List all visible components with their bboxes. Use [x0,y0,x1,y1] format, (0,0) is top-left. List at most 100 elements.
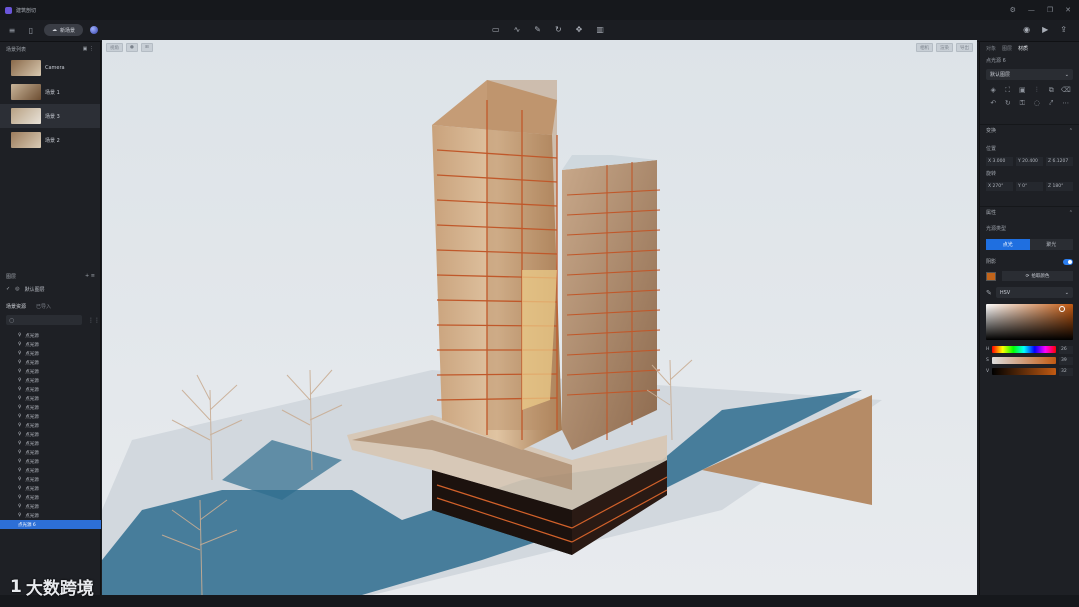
undo-icon[interactable]: ↶ [986,99,1001,108]
value-slider[interactable] [992,368,1056,375]
light-list-item[interactable]: ♀ 点光源 [0,475,101,484]
attributes-section-header[interactable]: 属性 ⌃ [980,206,1079,218]
color-mode-select[interactable]: HSV ⌄ [995,287,1073,298]
file-icon[interactable]: ▯ [25,24,37,36]
bulb-icon: ♀ [18,351,22,356]
box-icon[interactable]: ▭ [492,25,500,34]
light-list-item[interactable]: ♀ 点光源 [0,358,101,367]
eye-icon[interactable]: ◎ [15,286,19,292]
light-list-item[interactable]: ♀ 点光源 [0,421,101,430]
light-list-item[interactable]: ♀ 点光源 [0,340,101,349]
tab-imported[interactable]: 已导入 [36,303,51,310]
export-icon[interactable]: ⇪ [1060,25,1067,34]
camera-icon[interactable]: ◉ [1023,25,1030,34]
light-list-item[interactable]: ♀ 点光源 [0,349,101,358]
light-list-item[interactable]: ♀ 点光源 [0,493,101,502]
panel-icon[interactable]: ▥ [596,25,604,34]
light-list-item[interactable]: ♀ 点光源 [0,394,101,403]
saturation-slider[interactable] [991,357,1056,364]
tab-layer[interactable]: 图层 [1002,45,1012,52]
add-scene-icon[interactable]: ▣ ⋮ [83,46,94,52]
frame-icon[interactable]: ▣ [1015,86,1030,95]
move-icon[interactable]: ✥ [576,25,583,34]
pick-color-button[interactable]: ⟳ 拾取颜色 [1002,271,1073,281]
light-list-item[interactable]: ♀ 点光源 [0,457,101,466]
transform-section-header[interactable]: 变换 ⌃ [980,124,1079,136]
hue-value[interactable]: 26 [1059,345,1073,354]
view-mode-button[interactable]: 视角 [106,43,123,52]
light-list-item[interactable]: ♀ 点光源 [0,367,101,376]
rotate-icon[interactable]: ↻ [555,25,562,34]
settings-icon[interactable]: ⚙ [1010,6,1016,14]
minimize-icon[interactable]: — [1028,6,1035,14]
group-icon[interactable]: ⛶ [1001,86,1016,95]
bulb-icon: ♀ [18,360,22,365]
shading-button[interactable]: ● [126,43,138,52]
copy-icon[interactable]: ⧉ [1044,86,1059,95]
tab-scene-resources[interactable]: 场景资源 [6,303,26,310]
rotation-z-field[interactable]: Z 180° [1046,181,1073,191]
value-value[interactable]: 32 [1059,367,1073,376]
add-layer-icon[interactable]: + ≡ [85,273,95,279]
light-list-item-selected[interactable]: 点光源 6 [0,520,101,529]
rotation-x-field[interactable]: X 270° [986,181,1013,191]
light-list-item[interactable]: ♀ 点光源 [0,448,101,457]
position-z-field[interactable]: Z 6.1207 [1046,156,1073,166]
hide-icon[interactable]: ◌ [1030,99,1045,108]
delete-icon[interactable]: ⌫ [1059,86,1074,95]
export-button[interactable]: 导出 [956,43,973,52]
hue-slider[interactable] [992,346,1056,353]
eyedropper-tool-icon[interactable]: ✎ [986,289,992,297]
search-input[interactable]: ○ [6,315,82,325]
light-list-item[interactable]: ♀ 点光源 [0,484,101,493]
lock-icon[interactable]: ⚿ [1015,99,1030,108]
curve-icon[interactable]: ∿ [514,25,521,34]
scene-item[interactable]: Camera [0,56,100,80]
light-list-item[interactable]: ♀ 点光源 [0,403,101,412]
render-button[interactable]: 渲染 [936,43,953,52]
color-picker-handle[interactable] [1059,306,1065,312]
color-picker-area[interactable] [986,304,1073,340]
position-y-field[interactable]: Y 20.400 [1016,156,1043,166]
more-icon[interactable]: ⋯ [1059,99,1074,108]
scene-item[interactable]: 场景 2 [0,128,100,152]
light-list-item[interactable]: ♀ 点光源 [0,430,101,439]
3d-viewport[interactable]: 视角 ● ⊞ 相机 渲染 导出 [102,40,977,595]
light-list-item[interactable]: ♀ 点光源 [0,502,101,511]
light-list-item[interactable]: ♀ 点光源 [0,385,101,394]
camera-view-button[interactable]: 相机 [916,43,933,52]
scene-item[interactable]: 场景 1 [0,80,100,104]
light-list-item[interactable]: ♀ 点光源 [0,439,101,448]
shadow-toggle[interactable] [1063,258,1073,265]
grid-view-icon[interactable]: ⋮⋮ [88,317,100,324]
light-list-item[interactable]: ♀ 点光源 [0,412,101,421]
new-scene-button[interactable]: ☁ 新场景 [44,24,84,36]
menu-icon[interactable]: ≡ [6,24,18,36]
link-icon[interactable]: ⤤ [1044,99,1059,108]
grid-button[interactable]: ⊞ [140,43,153,52]
video-icon[interactable]: ▶ [1042,25,1048,34]
maximize-icon[interactable]: ❐ [1047,6,1053,14]
light-list-item[interactable]: ♀ 点光源 [0,331,101,340]
rotation-y-field[interactable]: Y 0° [1016,181,1043,191]
light-type-spot[interactable]: 聚光 [1029,239,1073,250]
color-swatch[interactable] [986,271,996,281]
light-list-item[interactable]: ♀ 点光源 [0,511,101,520]
light-list-item[interactable]: ♀ 点光源 [0,466,101,475]
close-icon[interactable]: ✕ [1065,6,1071,14]
chevron-down-icon[interactable]: ✓ [6,286,10,292]
layer-row[interactable]: ✓ ◎ 默认图层 [0,283,101,295]
light-list-item[interactable]: ♀ 点光源 [0,376,101,385]
refresh-icon[interactable]: ↻ [1001,99,1016,108]
position-x-field[interactable]: X 3.000 [986,156,1013,166]
ai-orb-icon[interactable] [90,26,99,34]
saturation-value[interactable]: 39 [1059,356,1073,365]
light-type-point[interactable]: 点光 [986,239,1030,250]
pen-icon[interactable]: ✎ [534,25,541,34]
tab-object[interactable]: 对象 [986,45,996,52]
cube-icon[interactable]: ◈ [986,86,1001,95]
tab-material[interactable]: 材质 [1018,45,1028,52]
preset-select[interactable]: 默认图层 ⌄ [986,69,1073,80]
align-icon[interactable]: ⫶ [1030,86,1045,95]
scene-item-active[interactable]: 场景 3 [0,104,100,128]
